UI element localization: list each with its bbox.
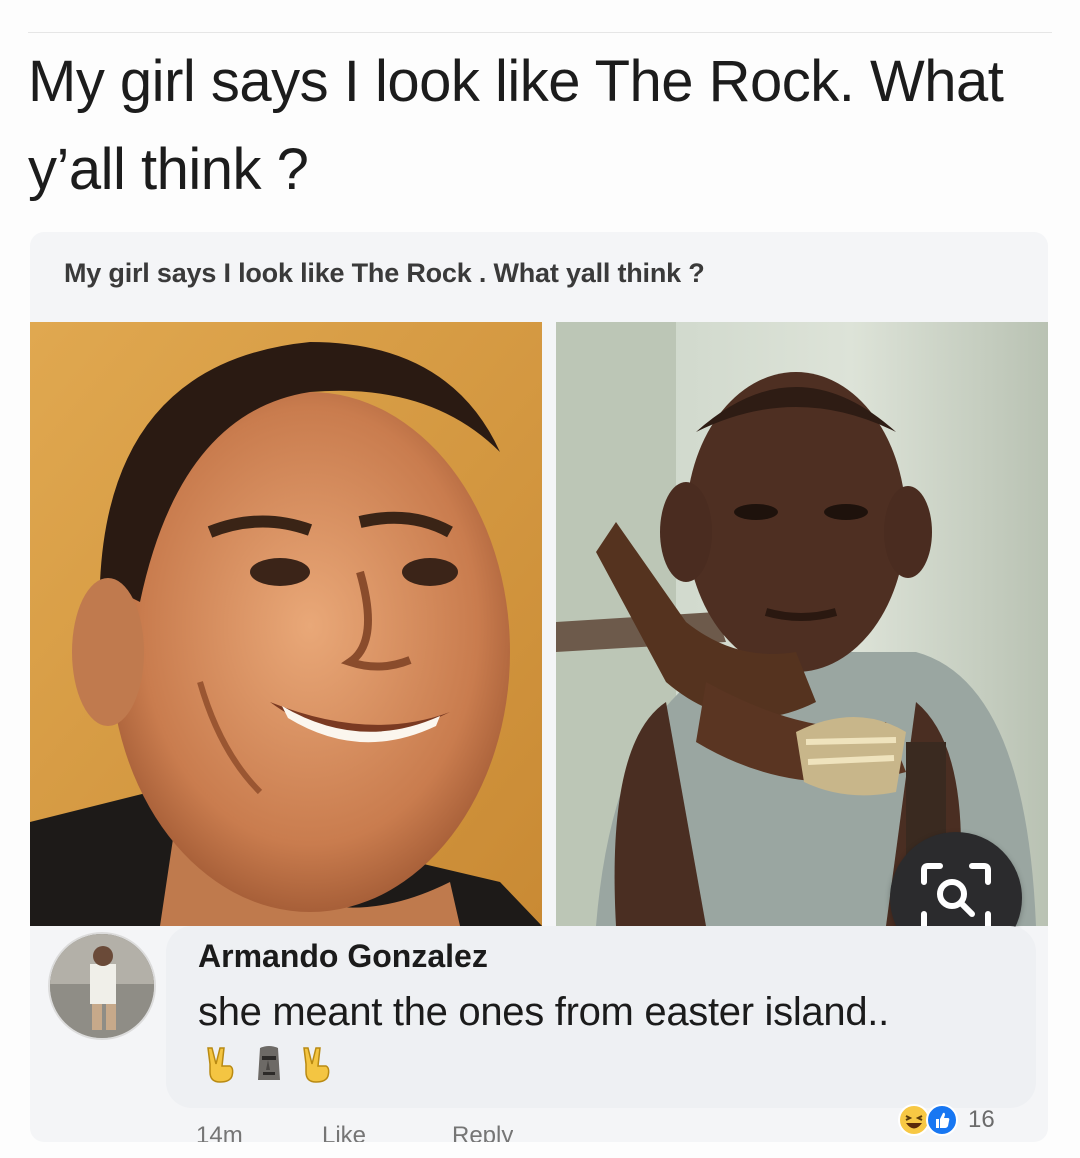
comment-text: she meant the ones from easter island.. (198, 990, 889, 1034)
left-photo (30, 322, 542, 926)
meme-headline: My girl says I look like The Rock. What … (28, 49, 1004, 202)
visual-search-icon (921, 863, 991, 933)
top-divider (28, 32, 1052, 33)
like-link[interactable]: Like (322, 1122, 452, 1142)
victory-hand-icon (207, 1047, 234, 1083)
reaction-count: 16 (968, 1106, 995, 1133)
comment-timestamp: 14m (196, 1122, 243, 1142)
post-caption: My girl says I look like The Rock . What… (64, 258, 705, 288)
victory-hand-icon (303, 1047, 330, 1083)
reply-link[interactable]: Reply (452, 1122, 513, 1142)
comment-actions: 14m Like Reply (196, 1122, 513, 1142)
reaction-summary[interactable]: 16 (898, 1104, 995, 1136)
commenter-name[interactable]: Armando Gonzalez (198, 938, 488, 975)
like-thumb-icon (926, 1104, 958, 1136)
comment-emojis (204, 1044, 334, 1084)
moai-icon (258, 1046, 280, 1080)
avatar[interactable] (48, 932, 156, 1040)
